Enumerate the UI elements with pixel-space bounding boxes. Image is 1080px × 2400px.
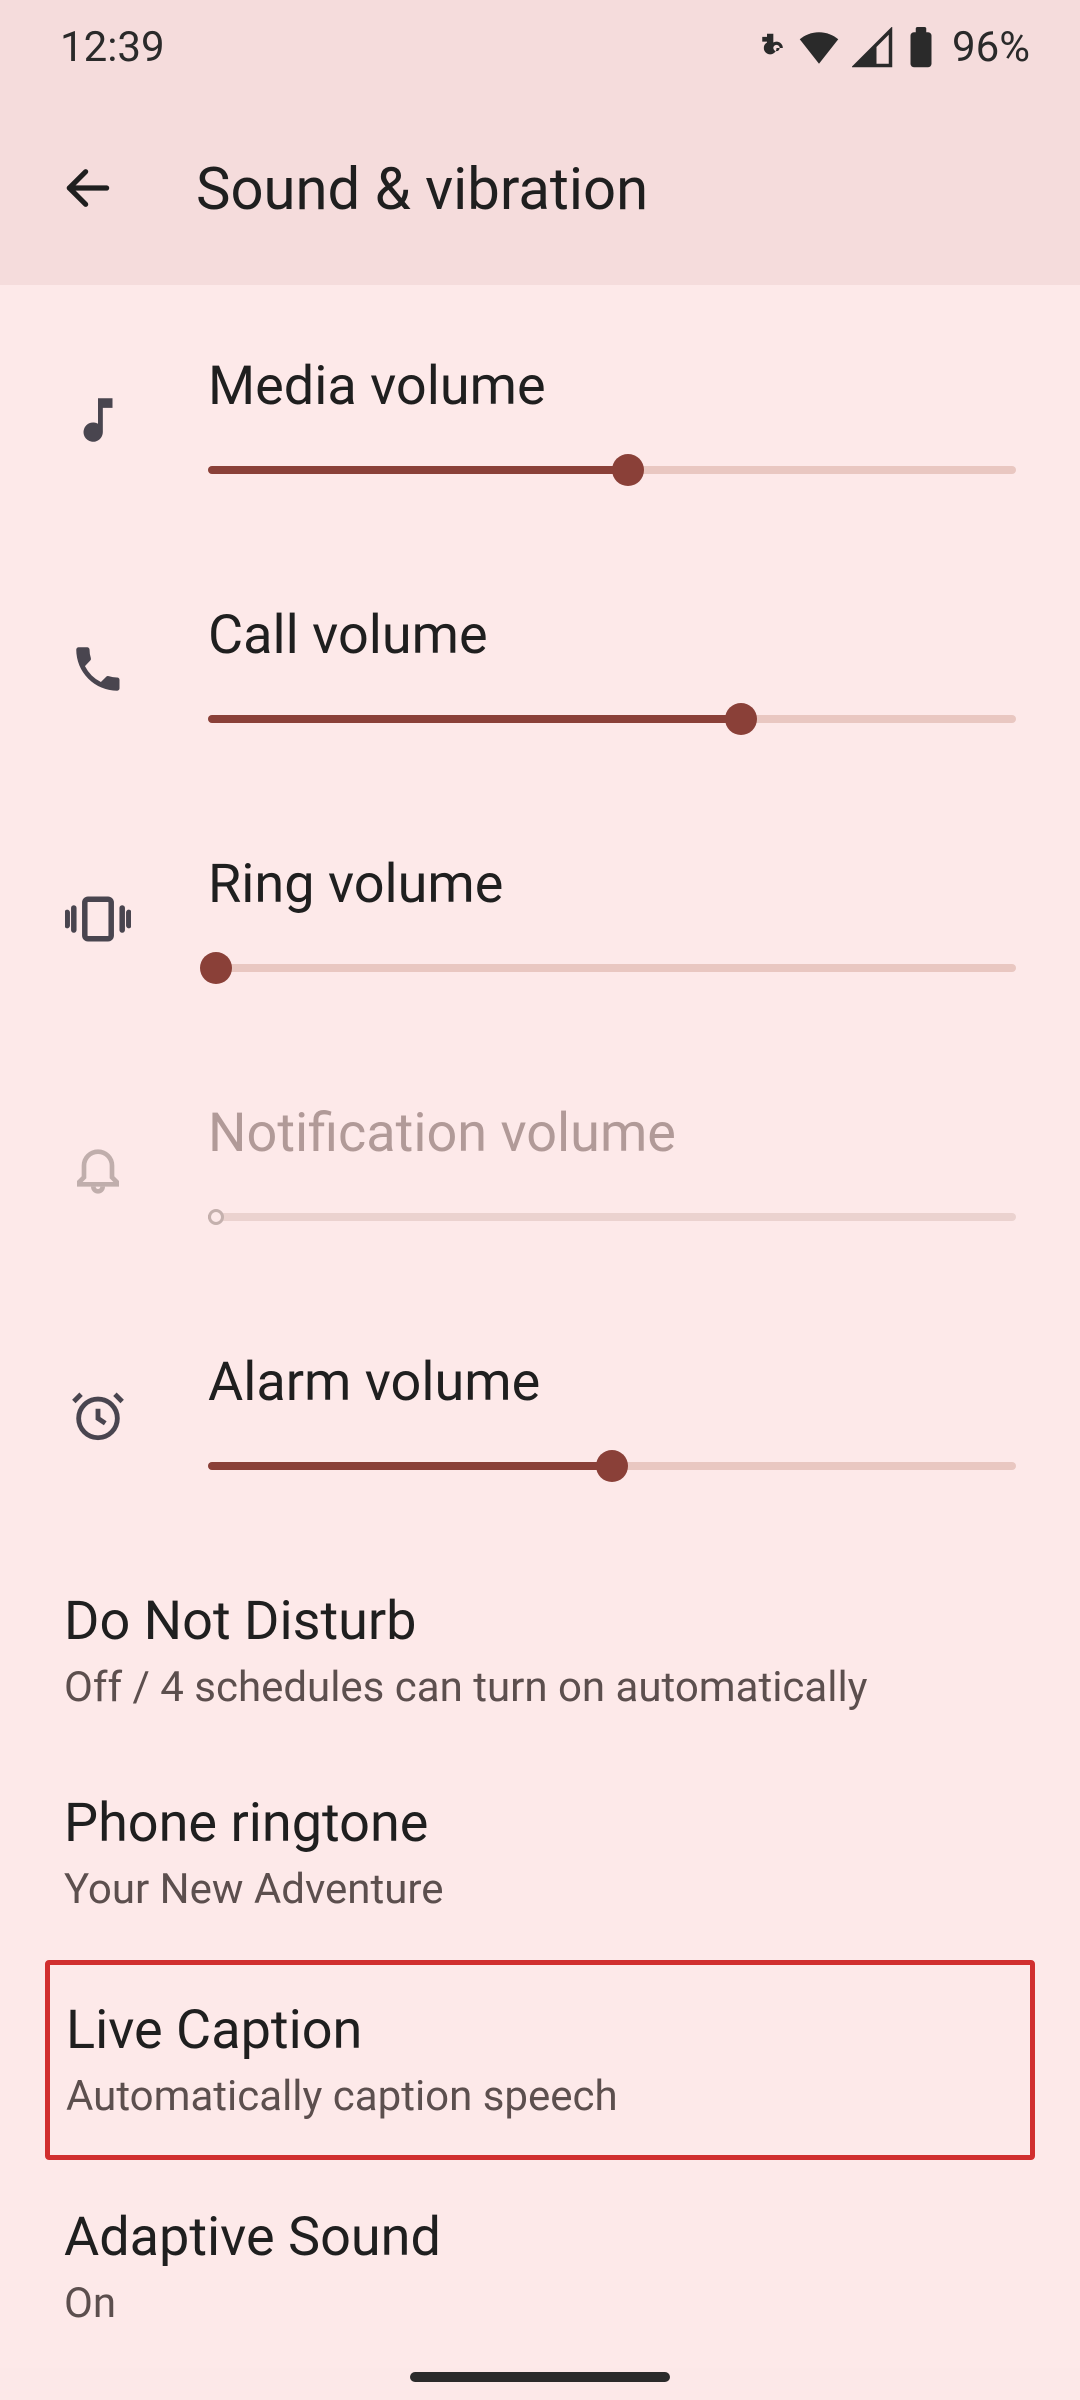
ringtone-sub: Your New Adventure [64,1865,1016,1914]
status-time: 12:39 [60,23,165,72]
adaptive-sound-item[interactable]: Adaptive Sound On [0,2166,1080,2368]
dnd-sub: Off / 4 schedules can turn on automatica… [64,1663,1016,1712]
signal-icon [852,27,894,69]
alarm-volume-label: Alarm volume [208,1351,1016,1414]
adaptive-sub: On [64,2279,1016,2328]
media-volume-label: Media volume [208,355,1016,418]
call-volume-slider[interactable] [208,715,1016,723]
notification-volume-row: Notification volume [0,1052,1080,1301]
live-caption-title: Live Caption [66,1999,1014,2062]
live-caption-item[interactable]: Live Caption Automatically caption speec… [45,1960,1035,2160]
phone-icon [64,630,132,698]
wifi-icon [798,27,840,69]
app-bar: Sound & vibration [0,95,1080,285]
alarm-volume-row: Alarm volume [0,1301,1080,1550]
media-volume-slider[interactable] [208,466,1016,474]
media-volume-row: Media volume [0,305,1080,554]
vibrate-icon [64,879,132,947]
status-bar: 12:39 96% [0,0,1080,95]
key-icon [748,29,786,67]
navigation-handle[interactable] [410,2372,670,2382]
call-volume-row: Call volume [0,554,1080,803]
music-note-icon [64,381,132,449]
do-not-disturb-item[interactable]: Do Not Disturb Off / 4 schedules can tur… [0,1550,1080,1752]
settings-list: Media volume Call volume Ring volume [0,285,1080,2368]
status-icons: 96% [748,23,1030,72]
ringtone-title: Phone ringtone [64,1792,1016,1855]
battery-icon [906,27,936,69]
ring-volume-row: Ring volume [0,803,1080,1052]
notification-volume-slider [208,1213,1016,1221]
call-volume-label: Call volume [208,604,1016,667]
phone-ringtone-item[interactable]: Phone ringtone Your New Adventure [0,1752,1080,1954]
ring-volume-label: Ring volume [208,853,1016,916]
alarm-volume-slider[interactable] [208,1462,1016,1470]
adaptive-title: Adaptive Sound [64,2206,1016,2269]
page-title: Sound & vibration [196,156,648,224]
notification-volume-label: Notification volume [208,1102,1016,1165]
back-button[interactable] [60,160,116,220]
ring-volume-slider[interactable] [208,964,1016,972]
dnd-title: Do Not Disturb [64,1590,1016,1653]
battery-percentage: 96% [952,23,1030,72]
live-caption-sub: Automatically caption speech [66,2072,1014,2121]
alarm-icon [64,1377,132,1445]
bell-icon [64,1128,132,1196]
